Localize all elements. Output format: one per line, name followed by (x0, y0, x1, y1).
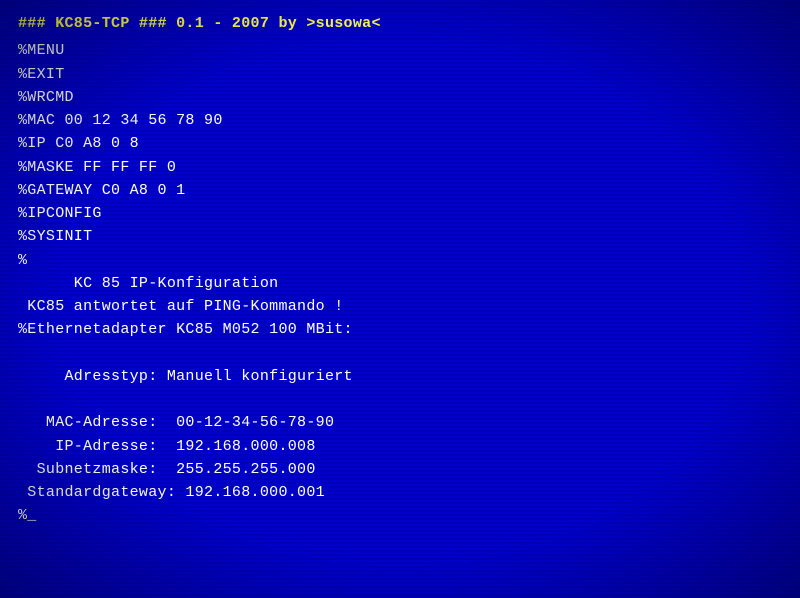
cmd-maske: %MASKE FF FF FF 0 (18, 156, 782, 179)
cmd-mac: %MAC 00 12 34 56 78 90 (18, 109, 782, 132)
adapter-line: %Ethernetadapter KC85 M052 100 MBit: (18, 318, 782, 341)
cmd-menu: %MENU (18, 39, 782, 62)
cmd-sysinit: %SYSINIT (18, 225, 782, 248)
addr-type-line: Adresstyp: Manuell konfiguriert (18, 365, 782, 388)
ip-addr-line: IP-Adresse: 192.168.000.008 (18, 435, 782, 458)
cmd-percent: % (18, 249, 782, 272)
title-line: ### KC85-TCP ### 0.1 - 2007 by >susowa< (18, 12, 782, 35)
prompt-line: %_ (18, 504, 782, 527)
cmd-exit: %EXIT (18, 63, 782, 86)
mac-addr-line: MAC-Adresse: 00-12-34-56-78-90 (18, 411, 782, 434)
cmd-ip: %IP C0 A8 0 8 (18, 132, 782, 155)
ping-line: KC85 antwortet auf PING-Kommando ! (18, 295, 782, 318)
info-header: KC 85 IP-Konfiguration (18, 272, 782, 295)
cmd-gateway: %GATEWAY C0 A8 0 1 (18, 179, 782, 202)
cmd-wrcmd: %WRCMD (18, 86, 782, 109)
terminal-content: ### KC85-TCP ### 0.1 - 2007 by >susowa< … (18, 12, 782, 528)
terminal-screen: ### KC85-TCP ### 0.1 - 2007 by >susowa< … (0, 0, 800, 598)
gateway-line: Standardgateway: 192.168.000.001 (18, 481, 782, 504)
subnet-line: Subnetzmaske: 255.255.255.000 (18, 458, 782, 481)
cmd-ipconfig: %IPCONFIG (18, 202, 782, 225)
blank-line-2 (18, 388, 782, 411)
blank-line-1 (18, 342, 782, 365)
